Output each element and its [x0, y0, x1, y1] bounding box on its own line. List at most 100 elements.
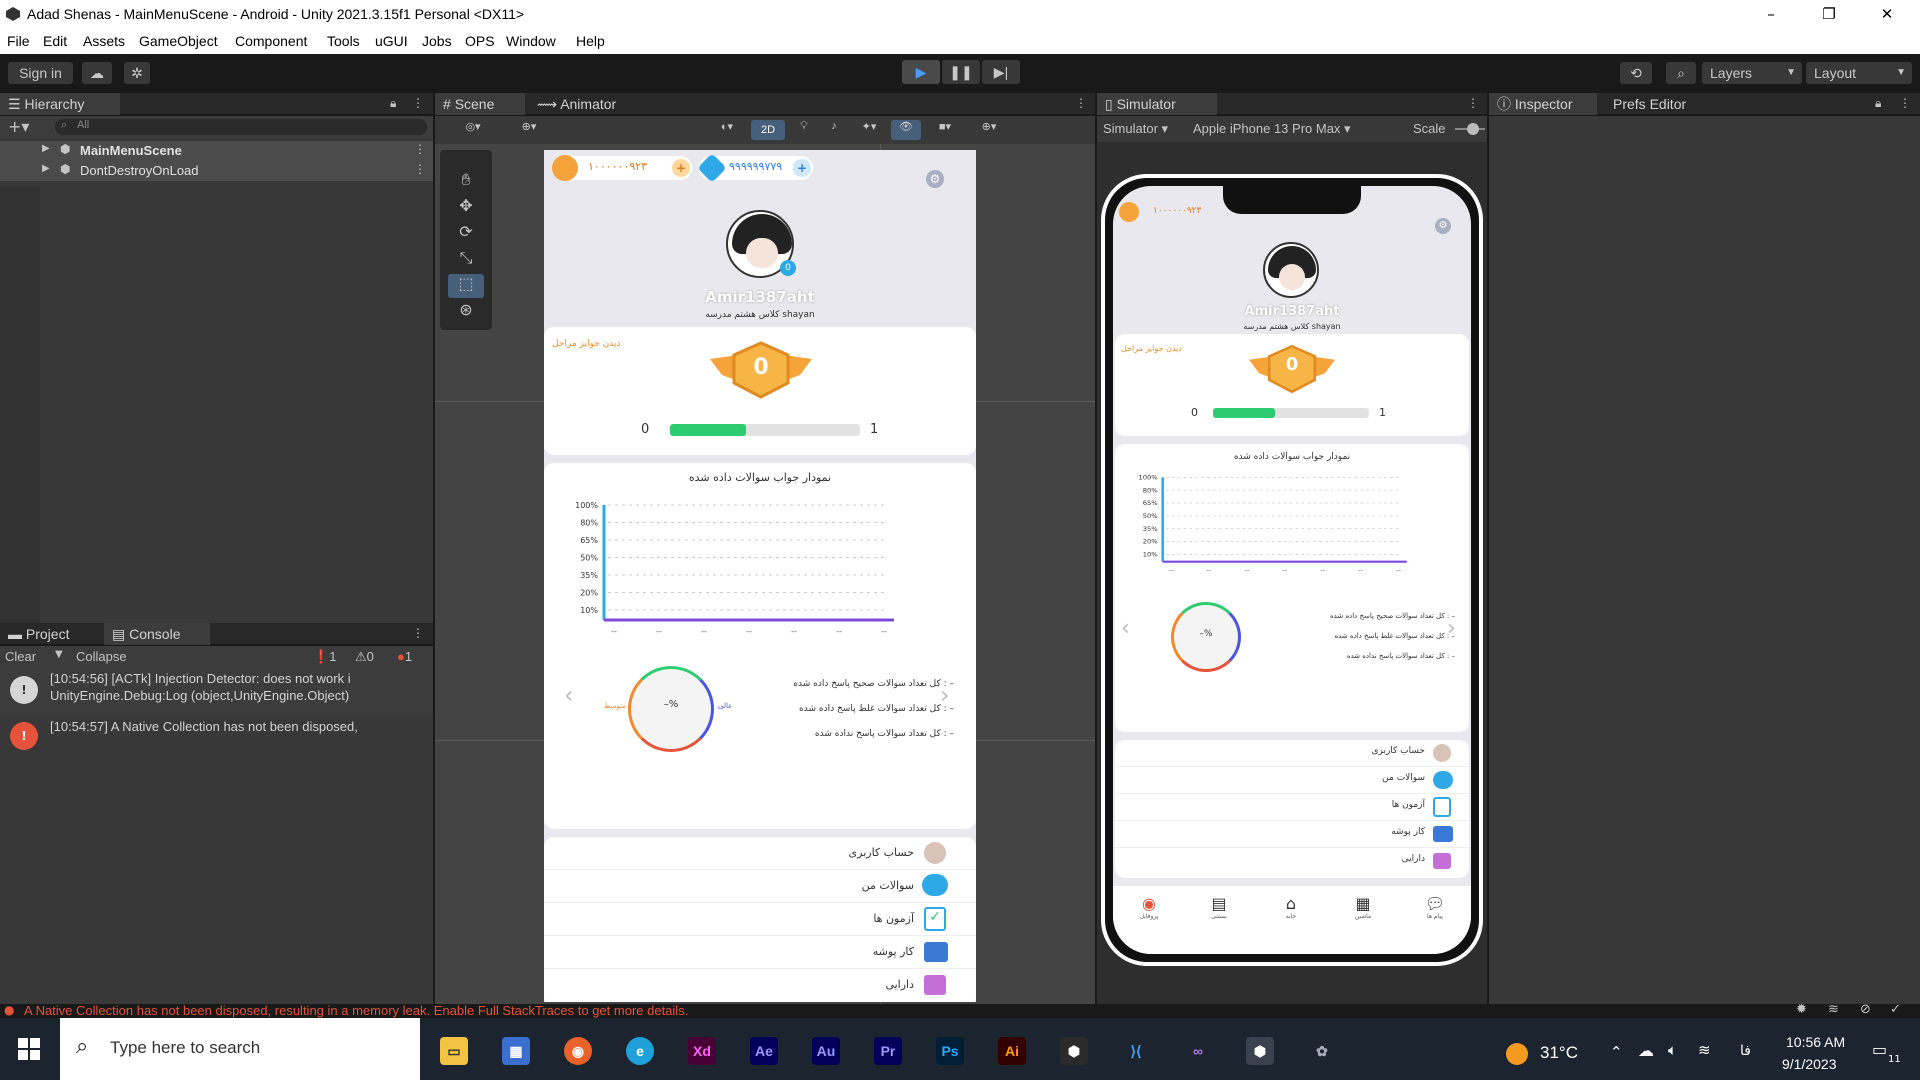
menu-item-exams[interactable]: آزمون ها — [1115, 794, 1469, 821]
rider-icon[interactable]: ✿ — [1308, 1037, 1336, 1065]
cloud-icon[interactable]: ☁ — [82, 62, 112, 84]
menu-ops[interactable]: OPS — [465, 33, 495, 49]
onedrive-icon[interactable]: ☁ — [1638, 1041, 1654, 1060]
info-count-toggle[interactable]: ❗1 — [313, 649, 336, 665]
rewards-link[interactable]: دیدن جوایز مراحل — [1121, 344, 1182, 353]
tab-scene[interactable]: # Scene — [435, 93, 525, 115]
taskbar-search-input[interactable]: ⌕ Type here to search — [60, 1018, 420, 1080]
nav-profile[interactable]: ◉ پروفایل — [1127, 894, 1171, 920]
clear-button[interactable]: Clear — [5, 649, 36, 664]
lock-icon[interactable]: 🔒︎ — [390, 96, 396, 111]
after-effects-icon[interactable]: Ae — [750, 1037, 778, 1065]
menu-assets[interactable]: Assets — [83, 33, 125, 49]
premiere-icon[interactable]: Pr — [874, 1037, 902, 1065]
menu-item-assets[interactable]: دارایی — [1115, 848, 1469, 875]
history-icon[interactable]: ⟲ — [1620, 62, 1652, 84]
tray-chevron-icon[interactable]: ⌃ — [1610, 1043, 1623, 1061]
network-icon[interactable]: ⊘ — [1860, 1002, 1871, 1017]
hand-tool-icon[interactable]: ✋︎ — [448, 170, 484, 194]
clock-date[interactable]: 9/1/2023 — [1782, 1056, 1837, 1072]
tab-prefs-editor[interactable]: Prefs Editor — [1605, 93, 1715, 115]
file-explorer-icon[interactable]: ▭ — [440, 1037, 468, 1065]
clear-dropdown-icon[interactable]: ▼ — [55, 649, 63, 660]
device-dropdown[interactable]: Apple iPhone 13 Pro Max ▾ — [1193, 121, 1351, 137]
menu-item-exams[interactable]: آزمون ها ✓ — [544, 903, 976, 936]
chart-prev-arrow-icon[interactable]: ‹ — [564, 681, 574, 709]
step-button[interactable]: ▶| — [982, 60, 1020, 84]
menu-item-portfolio[interactable]: کار پوشه — [1115, 821, 1469, 848]
check-icon[interactable]: ✓ — [1890, 1002, 1901, 1017]
kebab-menu-icon[interactable]: ⋮ — [1467, 96, 1479, 110]
error-count-toggle[interactable]: ●1 — [397, 649, 412, 664]
move-tool-icon[interactable]: ✥ — [448, 196, 484, 220]
rewards-link[interactable]: دیدن جوایز مراحل — [552, 339, 620, 349]
settings-gear-icon[interactable]: ⚙ — [926, 170, 944, 188]
shading-dropdown[interactable]: ◐▾ — [709, 120, 745, 140]
scale-tool-icon[interactable]: ⤡ — [448, 248, 484, 272]
console-entry[interactable]: ! [10:54:57] A Native Collection has not… — [0, 714, 433, 758]
kebab-menu-icon[interactable]: ⋮ — [412, 96, 424, 110]
status-message[interactable]: A Native Collection has not been dispose… — [24, 1003, 688, 1018]
search-icon[interactable]: ⌕ — [1666, 62, 1696, 84]
nav-icecream[interactable]: ▤ بستنی — [1197, 894, 1241, 920]
add-coins-button[interactable]: + — [672, 159, 690, 177]
rect-tool-icon[interactable]: ⬚ — [448, 274, 484, 298]
vscode-icon[interactable]: ⟩⟨ — [1122, 1037, 1150, 1065]
minimize-button[interactable]: – — [1748, 0, 1794, 30]
tab-project[interactable]: ▬ Project — [0, 623, 100, 645]
play-button[interactable]: ▶ — [902, 60, 940, 84]
menu-item-account[interactable]: حساب کاربری — [544, 837, 976, 870]
lock-icon[interactable]: 🔒︎ — [1875, 96, 1881, 111]
scale-slider-handle[interactable] — [1467, 123, 1479, 135]
layout-dropdown[interactable]: Layout ▼ — [1806, 62, 1912, 84]
tab-hierarchy[interactable]: ☰ Hierarchy — [0, 93, 120, 115]
hierarchy-row[interactable]: ▶ ⬢ MainMenuScene ⋮ — [0, 141, 433, 161]
kebab-menu-icon[interactable]: ⋮ — [412, 626, 424, 640]
menu-item-questions[interactable]: سوالات من — [1115, 767, 1469, 794]
menu-edit[interactable]: Edit — [43, 33, 67, 49]
row-menu-icon[interactable]: ⋮ — [414, 162, 426, 176]
add-gems-button[interactable]: + — [793, 159, 811, 177]
pause-button[interactable]: ❚❚ — [942, 60, 980, 84]
nav-home[interactable]: ⌂ خانه — [1269, 894, 1313, 920]
menu-help[interactable]: Help — [576, 33, 605, 49]
input-language[interactable]: فا — [1740, 1043, 1751, 1059]
windows-start-icon[interactable] — [18, 1038, 40, 1060]
unity-hub-icon[interactable]: ⬢ — [1060, 1037, 1088, 1065]
store-icon[interactable]: ▦ — [502, 1037, 530, 1065]
audition-icon[interactable]: Au — [812, 1037, 840, 1065]
global-dropdown[interactable]: ⊕▾ — [511, 120, 547, 140]
avatar[interactable] — [1263, 242, 1319, 298]
gizmos-dropdown[interactable]: ⊕▾ — [969, 120, 1009, 140]
menu-gameobject[interactable]: GameObject — [139, 33, 218, 49]
volume-icon[interactable]: 🔈︎ — [1668, 1041, 1677, 1059]
menu-file[interactable]: File — [7, 33, 30, 49]
wifi-icon[interactable]: ≋ — [1698, 1041, 1711, 1059]
edge-icon[interactable]: e — [626, 1037, 654, 1065]
visual-studio-icon[interactable]: ∞ — [1184, 1037, 1212, 1065]
illustrator-icon[interactable]: Ai — [998, 1037, 1026, 1065]
close-window-button[interactable]: ✕ — [1864, 0, 1910, 30]
menu-item-account[interactable]: حساب کاربری — [1115, 740, 1469, 767]
layers-dropdown[interactable]: Layers ▼ — [1702, 62, 1802, 84]
collab-icon[interactable]: ✲ — [124, 62, 150, 84]
menu-item-assets[interactable]: دارایی — [544, 969, 976, 1002]
adobe-xd-icon[interactable]: Xd — [688, 1037, 716, 1065]
simulator-mode-dropdown[interactable]: Simulator ▾ — [1103, 121, 1168, 137]
kebab-menu-icon[interactable]: ⋮ — [1075, 96, 1087, 110]
menu-ugui[interactable]: uGUI — [375, 33, 408, 49]
menu-tools[interactable]: Tools — [327, 33, 360, 49]
visibility-icon[interactable]: 👁︎ — [891, 120, 921, 140]
row-menu-icon[interactable]: ⋮ — [414, 142, 426, 156]
sign-in-button[interactable]: Sign in — [8, 62, 73, 84]
nav-messages[interactable]: 💬︎ پیام ها — [1413, 894, 1457, 920]
hierarchy-search-input[interactable]: ⌕ All — [55, 119, 427, 135]
menu-window[interactable]: Window — [506, 33, 556, 49]
photoshop-icon[interactable]: Ps — [936, 1037, 964, 1065]
tab-inspector[interactable]: ⓘ Inspector — [1489, 93, 1597, 115]
notifications-icon[interactable]: ▭ — [1872, 1040, 1887, 1059]
lighting-icon[interactable]: 💡︎ — [791, 120, 817, 140]
effects-dropdown[interactable]: ✦▾ — [851, 120, 887, 140]
tab-animator[interactable]: ⟿ Animator — [529, 93, 639, 115]
warning-count-toggle[interactable]: ⚠0 — [355, 649, 374, 665]
